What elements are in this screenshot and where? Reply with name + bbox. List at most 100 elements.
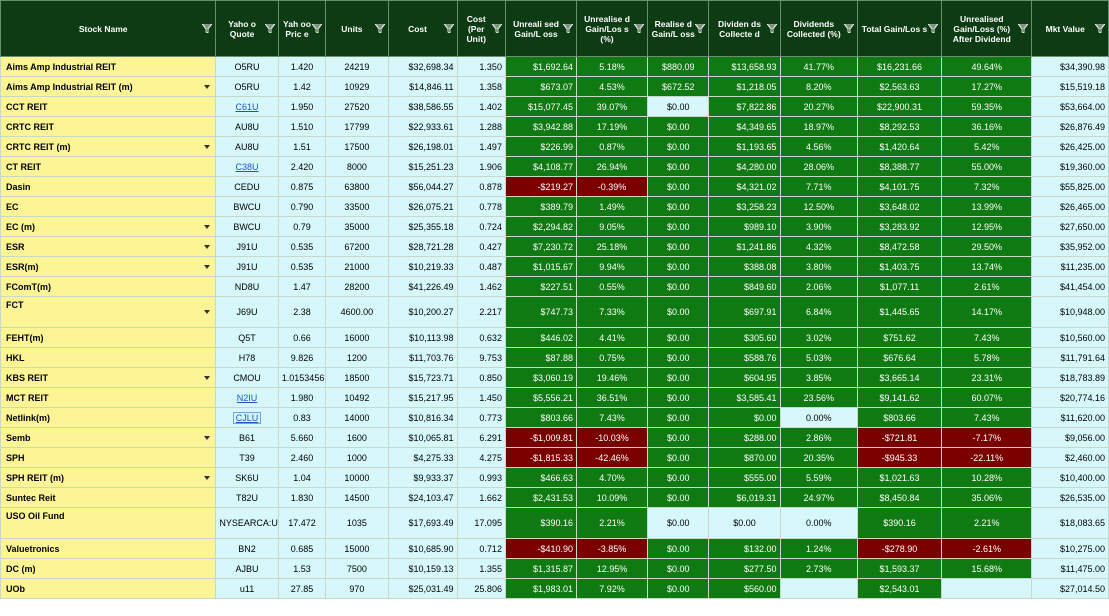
stock-name: HKL <box>6 352 25 363</box>
stock-name-cell[interactable]: HKL <box>0 347 217 368</box>
dividends-cell: $132.00 <box>708 538 781 559</box>
filter-icon[interactable] <box>1017 23 1030 34</box>
price-cell-value: 1.47 <box>293 281 311 292</box>
unrealised-gain-pct-cell: 10.09% <box>576 487 649 508</box>
price-cell-value: 0.685 <box>290 543 314 554</box>
stock-name-cell[interactable]: Dasin <box>0 176 217 197</box>
filter-icon[interactable] <box>311 23 324 34</box>
filter-icon[interactable] <box>633 23 646 34</box>
stock-name-cell[interactable]: KBS REIT <box>0 367 217 388</box>
stock-name-cell[interactable]: CRTC REIT <box>0 116 217 137</box>
stock-name-cell[interactable]: MCT REIT <box>0 387 217 408</box>
price-cell: 0.535 <box>277 256 327 277</box>
stock-name-cell[interactable]: FComT(m) <box>0 276 217 297</box>
cost-per-unit-cell-value: 0.993 <box>479 472 502 483</box>
chevron-down-icon[interactable] <box>204 244 211 249</box>
stock-name-cell[interactable]: SPH <box>0 447 217 468</box>
unrealised-gain-cell-value: $5,556.21 <box>532 392 574 403</box>
column-header-mkt-value[interactable]: Mkt Value <box>1031 0 1109 57</box>
filter-icon[interactable] <box>927 23 940 34</box>
cost-per-unit-cell-value: 0.427 <box>479 241 502 252</box>
quote-link[interactable]: C38U <box>215 156 279 177</box>
cost-cell: $38,586.55 <box>387 96 458 117</box>
unrealised-gain-pct-cell: 7.92% <box>576 578 649 599</box>
stock-name-cell[interactable]: EC <box>0 196 217 217</box>
column-header-dividen-ds-collecte-d[interactable]: Dividen ds Collecte d <box>708 0 781 57</box>
filter-icon[interactable] <box>562 23 575 34</box>
filter-icon[interactable] <box>490 23 503 34</box>
chevron-down-icon[interactable] <box>204 84 211 89</box>
stock-name-cell[interactable]: FEHT(m) <box>0 327 217 348</box>
stock-name-cell[interactable]: Aims Amp Industrial REIT <box>0 56 217 77</box>
stock-name-cell[interactable]: CRTC REIT (m) <box>0 136 217 157</box>
gain-after-dividend-cell: 49.64% <box>941 56 1033 77</box>
column-header-label: Stock Name <box>78 23 128 34</box>
stock-name-cell[interactable]: ESR <box>0 236 217 257</box>
market-value-cell-value: $26,535.00 <box>1059 492 1105 503</box>
stock-name-cell[interactable]: Suntec Reit <box>0 487 217 508</box>
filter-icon[interactable] <box>201 23 214 34</box>
filter-icon[interactable] <box>1093 23 1107 34</box>
column-header-total-gain-los-s[interactable]: Total Gain/Los s <box>857 0 943 57</box>
market-value-cell: $26,876.49 <box>1031 116 1109 137</box>
quote-cell-value: H78 <box>238 352 256 363</box>
quote-link[interactable]: C61U <box>215 96 279 117</box>
stock-name-cell[interactable]: Netlink(m) <box>0 407 217 428</box>
stock-name-cell[interactable]: FCT <box>0 296 217 328</box>
chevron-down-icon[interactable] <box>204 435 211 440</box>
column-header-cost-per-unit[interactable]: Cost (Per Unit) <box>456 0 506 57</box>
unrealised-gain-cell-value: $446.02 <box>540 332 574 343</box>
realised-gain-cell-value: $0.00 <box>667 352 690 363</box>
stock-name-cell[interactable]: Semb <box>0 427 217 448</box>
unrealised-gain-cell-value: $226.99 <box>540 141 574 152</box>
unrealised-gain-cell-value: -$219.27 <box>537 181 574 192</box>
realised-gain-cell: $0.00 <box>647 176 710 197</box>
stock-name: KBS REIT <box>6 372 49 383</box>
stock-name-cell[interactable]: CT REIT <box>0 156 217 177</box>
filter-icon[interactable] <box>843 23 856 34</box>
column-header-stock-name[interactable]: Stock Name <box>0 0 217 57</box>
filter-icon[interactable] <box>263 23 276 34</box>
chevron-down-icon[interactable] <box>204 224 211 229</box>
chevron-down-icon[interactable] <box>204 144 211 149</box>
realised-gain-cell: $0.00 <box>647 327 710 348</box>
stock-name-cell[interactable]: Valuetronics <box>0 538 217 559</box>
realised-gain-cell-value: $0.00 <box>667 281 690 292</box>
cost-cell-value: $25,031.49 <box>408 583 454 594</box>
quote-link-value: C61U <box>235 101 259 112</box>
column-header-units[interactable]: Units <box>325 0 389 57</box>
filter-icon[interactable] <box>694 23 707 34</box>
stock-name-cell[interactable]: EC (m) <box>0 216 217 237</box>
column-header-dividends-collected[interactable]: Dividends Collected (%) <box>779 0 859 57</box>
filter-icon[interactable] <box>765 23 778 34</box>
stock-name-cell[interactable]: CCT REIT <box>0 96 217 117</box>
total-gain-cell: $9,141.62 <box>857 387 943 408</box>
cost-per-unit-cell: 1.288 <box>456 116 506 137</box>
stock-name: MCT REIT <box>6 392 49 403</box>
chevron-down-icon[interactable] <box>204 264 211 269</box>
unrealised-gain-cell: $2,431.53 <box>504 487 578 508</box>
column-header-realise-d-gain-l-oss[interactable]: Realise d Gain/L oss <box>647 0 710 57</box>
quote-link[interactable]: CJLU <box>215 407 279 428</box>
column-header-unrealise-d-gain-los-s[interactable]: Unrealise d Gain/Los s (%) <box>576 0 649 57</box>
unrealised-gain-pct-cell: 0.55% <box>576 276 649 297</box>
stock-name-cell[interactable]: DC (m) <box>0 558 217 579</box>
chevron-down-icon[interactable] <box>204 475 211 480</box>
column-header-yah-oo-pric-e[interactable]: Yah oo Pric e <box>277 0 327 57</box>
dividends-pct-cell: 2.86% <box>779 427 859 448</box>
stock-name-cell[interactable]: USO Oil Fund <box>0 507 217 539</box>
quote-link[interactable]: N2IU <box>215 387 279 408</box>
cost-cell: $10,113.98 <box>387 327 458 348</box>
chevron-down-icon[interactable] <box>204 375 211 380</box>
stock-name-cell[interactable]: ESR(m) <box>0 256 217 277</box>
stock-name-cell[interactable]: SPH REIT (m) <box>0 467 217 488</box>
filter-icon[interactable] <box>442 23 455 34</box>
filter-icon[interactable] <box>373 23 386 34</box>
stock-name-cell[interactable]: Aims Amp Industrial REIT (m) <box>0 76 217 97</box>
column-header-cost[interactable]: Cost <box>387 0 458 57</box>
stock-name-cell[interactable]: UOb <box>0 578 217 599</box>
column-header-yaho-o-quote[interactable]: Yaho o Quote <box>215 0 279 57</box>
column-header-unreali-sed-gain-l-oss[interactable]: Unreali sed Gain/L oss <box>504 0 578 57</box>
chevron-down-icon[interactable] <box>204 310 211 314</box>
column-header-unrealised-gain-loss-after-dividend[interactable]: Unrealised Gain/Loss (%) After Dividend <box>941 0 1033 57</box>
